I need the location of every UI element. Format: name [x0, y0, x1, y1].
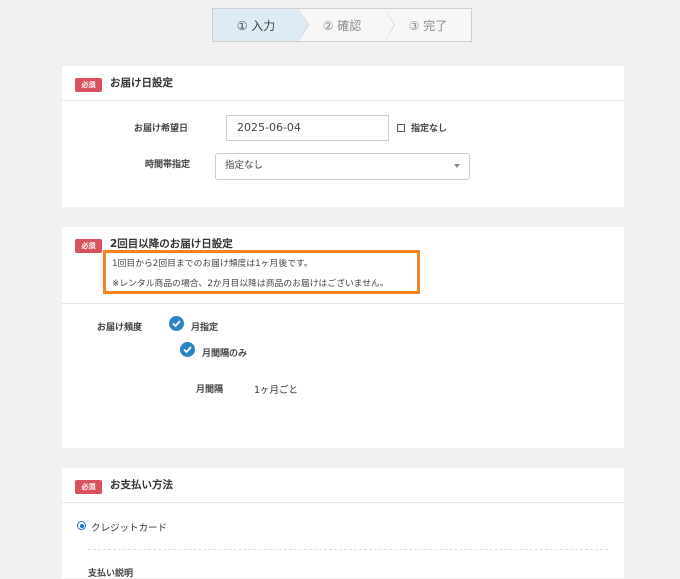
payment-title: お支払い方法	[110, 479, 173, 491]
step-complete: ③ 完了	[385, 9, 471, 41]
time-slot-label: 時間帯指定	[145, 160, 191, 170]
interval-label: 月間隔	[196, 385, 224, 395]
payment-card: 必須 お支払い方法 クレジットカード 支払い説明	[62, 468, 624, 579]
time-slot-select[interactable]: 指定なし	[215, 153, 470, 180]
section-divider	[62, 303, 624, 304]
step-confirm-label: ② 確認	[322, 18, 362, 33]
frequency-note-line1: 1回目から2回目までのお届け頻度は1ヶ月後です。	[112, 259, 313, 269]
checkout-steps: ① 入力 ② 確認 ③ 完了	[212, 8, 472, 42]
credit-card-radio[interactable]	[77, 521, 86, 530]
no-preference-label: 指定なし	[411, 124, 448, 134]
delivery-date-header: 必須 お届け日設定	[62, 66, 624, 101]
step-confirm: ② 確認	[299, 9, 395, 41]
option-interval-only-label: 月間隔のみ	[202, 349, 248, 359]
check-icon[interactable]	[169, 316, 184, 331]
frequency-note-line2: ※レンタル商品の場合、2か月目以降は商品のお届けはございません。	[112, 279, 389, 289]
interval-value: 1ヶ月ごと	[254, 385, 299, 396]
credit-card-label: クレジットカード	[91, 523, 168, 534]
step-complete-label: ③ 完了	[408, 18, 448, 33]
chevron-down-icon	[454, 164, 460, 168]
step-input: ① 入力	[213, 9, 309, 41]
delivery-date-label: お届け希望日	[134, 124, 189, 134]
required-badge: 必須	[75, 78, 102, 92]
check-icon[interactable]	[180, 342, 195, 357]
recurring-delivery-title: 2回目以降のお届け日設定	[110, 238, 233, 250]
frequency-note-highlight: 1回目から2回目までのお届け頻度は1ヶ月後です。 ※レンタル商品の場合、2か月目…	[103, 250, 420, 294]
payment-header: 必須 お支払い方法	[62, 468, 624, 503]
delivery-date-input[interactable]: 2025-06-04	[226, 115, 389, 141]
delivery-date-card: 必須 お届け日設定 お届け希望日 2025-06-04 指定なし 時間帯指定 指…	[62, 66, 624, 207]
required-badge: 必須	[75, 480, 102, 494]
time-slot-value: 指定なし	[225, 160, 264, 171]
option-monthly-label: 月指定	[191, 323, 219, 333]
no-preference-checkbox[interactable]	[397, 124, 405, 132]
frequency-label: お届け頻度	[97, 323, 143, 333]
step-input-label: ① 入力	[236, 18, 276, 33]
required-badge: 必須	[75, 239, 102, 253]
payment-divider	[88, 549, 608, 550]
delivery-date-title: お届け日設定	[110, 77, 173, 89]
payment-description-label: 支払い説明	[88, 569, 134, 579]
